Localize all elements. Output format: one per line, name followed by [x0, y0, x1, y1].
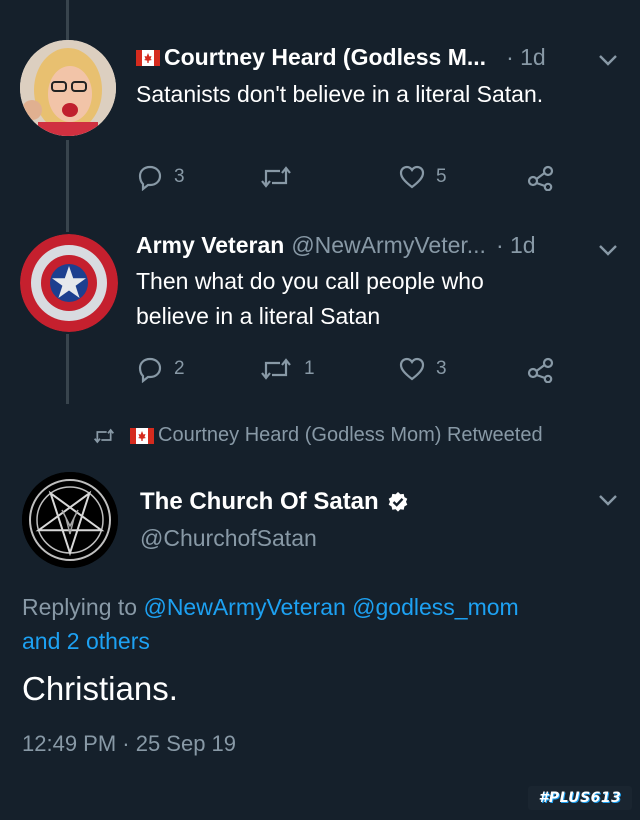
like-button[interactable]: 3 — [398, 355, 447, 383]
retweet-button[interactable]: 1 — [258, 355, 315, 383]
retweet-notice-label: Courtney Heard (Godless Mom) Retweeted — [158, 424, 543, 446]
reply-count: 3 — [174, 166, 185, 187]
avatar-army-veteran[interactable] — [20, 234, 118, 332]
captain-america-shield-icon — [20, 234, 118, 332]
tweet-text-line: Satanists don't believe in a literal Sat… — [136, 81, 544, 107]
author-handle[interactable]: @NewArmyVeter... — [291, 232, 486, 259]
like-icon — [399, 357, 425, 381]
share-button[interactable] — [526, 355, 556, 383]
share-button[interactable] — [526, 163, 556, 191]
courtney-avatar-image — [20, 40, 116, 136]
like-button[interactable]: 5 — [398, 163, 447, 191]
thread-line-top — [66, 0, 69, 40]
retweet-icon — [93, 428, 115, 443]
author-name[interactable]: Courtney Heard (Godless M... — [164, 44, 486, 71]
tweet-1-header: Courtney Heard (Godless M... · 1d — [136, 44, 546, 71]
tweet-2-header: Army Veteran @NewArmyVeter... · 1d — [136, 232, 536, 259]
tweet-time[interactable]: · 1d — [506, 44, 546, 71]
reply-button[interactable]: 3 — [136, 163, 185, 191]
author-handle[interactable]: @ChurchofSatan — [140, 525, 317, 552]
reply-count: 2 — [174, 358, 185, 379]
retweet-notice[interactable]: Courtney Heard (Godless Mom) Retweeted — [92, 424, 543, 447]
tweet-text-line: believe in a literal Satan — [136, 303, 381, 329]
tweet-timestamp[interactable]: 12:49 PM · 25 Sep 19 — [22, 731, 236, 757]
mention-link[interactable]: @godless_mom — [352, 594, 519, 620]
like-icon — [399, 165, 425, 189]
like-count: 3 — [436, 358, 447, 379]
tweet-text-line: Then what do you call people who — [136, 268, 484, 294]
reply-button[interactable]: 2 — [136, 355, 185, 383]
author-name[interactable]: Army Veteran — [136, 232, 284, 259]
reply-icon — [138, 357, 162, 383]
tweet-time[interactable]: · 1d — [496, 232, 536, 259]
share-icon — [527, 165, 554, 191]
chevron-down-icon[interactable] — [596, 492, 620, 508]
chevron-down-icon[interactable] — [596, 52, 620, 68]
share-icon — [527, 357, 554, 383]
chevron-down-icon[interactable] — [596, 242, 620, 258]
like-count: 5 — [436, 166, 447, 187]
retweet-icon — [261, 358, 291, 380]
verified-badge-icon — [388, 492, 407, 512]
canada-flag-icon — [130, 427, 154, 444]
retweet-count: 1 — [304, 358, 315, 379]
canada-flag-icon — [136, 49, 160, 66]
pentagram-sigil-icon — [22, 472, 118, 568]
mention-link[interactable]: @NewArmyVeteran — [143, 594, 345, 620]
thread-line-2 — [66, 334, 69, 404]
main-tweet-text: Christians. — [22, 670, 178, 707]
thread-line-1 — [66, 140, 69, 232]
watermark-logo: #PLUS613 — [528, 786, 632, 810]
main-tweet-header: The Church Of Satan — [140, 488, 409, 516]
retweet-button[interactable] — [258, 163, 304, 191]
replying-to: Replying to @NewArmyVeteran @godless_mom… — [22, 590, 622, 658]
avatar-courtney[interactable] — [20, 40, 116, 136]
others-link[interactable]: and 2 others — [22, 628, 150, 654]
tweet-text: Satanists don't believe in a literal Sat… — [136, 77, 543, 112]
tweet-text: Then what do you call people who believe… — [136, 264, 484, 334]
retweet-icon — [261, 166, 291, 188]
reply-icon — [138, 165, 162, 191]
replying-prefix: Replying to — [22, 594, 138, 620]
author-name[interactable]: The Church Of Satan — [140, 488, 379, 516]
avatar-church-of-satan[interactable] — [22, 472, 118, 568]
